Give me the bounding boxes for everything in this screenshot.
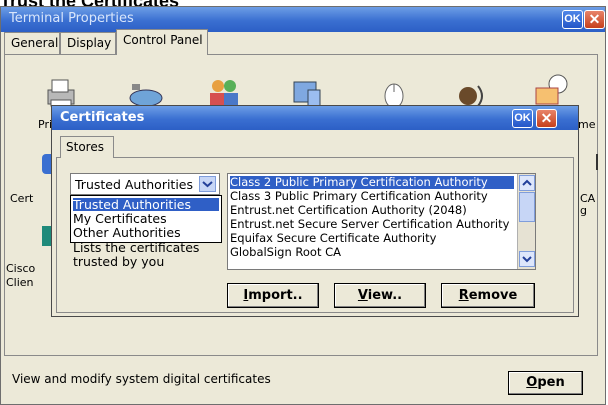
open-button-mnemonic: O (526, 375, 538, 390)
import-button-label: mport.. (248, 288, 303, 303)
control-item-label-client: Clien (6, 276, 34, 289)
open-button-label: pen (537, 375, 565, 390)
import-button[interactable]: Import.. (227, 283, 319, 308)
control-item-label-printers: Pri (38, 118, 53, 131)
window-titlebar: Terminal Properties OK ✕ (1, 7, 605, 32)
store-description-line: Lists the certificates (73, 240, 200, 255)
certificate-item[interactable]: Class 3 Public Primary Certification Aut… (230, 190, 516, 203)
scroll-down-icon[interactable] (519, 251, 535, 267)
open-button[interactable]: Open (508, 371, 583, 395)
tab-stores[interactable]: Stores (60, 136, 114, 158)
date-time-icon[interactable] (532, 72, 572, 106)
control-item-label-date-time: me (578, 118, 596, 131)
certificates-list[interactable]: Class 2 Public Primary Certification Aut… (227, 173, 536, 270)
view-button-mnemonic: V (357, 288, 368, 303)
dialog-ok-button[interactable]: OK (512, 109, 533, 128)
remove-button[interactable]: Remove (441, 283, 535, 308)
partial-item-icon (584, 154, 598, 170)
store-select[interactable]: Trusted Authorities (70, 173, 220, 195)
control-item-label-cisco: Cisco (6, 262, 36, 275)
remove-button-mnemonic: R (458, 288, 469, 303)
scroll-up-icon[interactable] (519, 175, 535, 191)
store-select-value: Trusted Authorities (75, 177, 194, 192)
store-description: Lists the certificates trusted by you (73, 241, 199, 269)
certificate-item[interactable]: Class 2 Public Primary Certification Aut… (230, 176, 514, 189)
tab-control-panel[interactable]: Control Panel (116, 29, 208, 55)
certificate-item[interactable]: Equifax Secure Certificate Authority (230, 232, 516, 245)
dialog-close-button[interactable]: ✕ (536, 109, 557, 128)
certificate-item[interactable]: GlobalSign Root CA (230, 246, 516, 259)
view-button-label: iew.. (367, 288, 403, 303)
status-text: View and modify system digital certifica… (12, 372, 271, 386)
control-item-label-certificates: Cert (10, 192, 34, 205)
window-ok-button[interactable]: OK (562, 10, 583, 29)
certificate-item[interactable]: Entrust.net Certification Authority (204… (230, 204, 516, 217)
remove-button-label: emove (468, 288, 518, 303)
dialog-title: Certificates (60, 110, 145, 125)
window-close-button[interactable]: ✕ (584, 10, 605, 29)
scroll-thumb[interactable] (519, 192, 535, 222)
store-options-list: Trusted Authorities My Certificates Othe… (70, 195, 222, 243)
store-option[interactable]: Other Authorities (73, 226, 181, 239)
dialog-titlebar: Certificates OK ✕ (52, 106, 578, 130)
certificates-dialog: Certificates OK ✕ Stores Trusted Authori… (51, 105, 579, 317)
store-option[interactable]: My Certificates (73, 212, 167, 225)
control-item-label-g: g (580, 204, 587, 217)
window-title: Terminal Properties (9, 11, 134, 26)
chevron-down-icon[interactable] (199, 176, 216, 192)
store-description-line: trusted by you (73, 254, 165, 269)
view-button[interactable]: View.. (334, 283, 426, 308)
tab-general[interactable]: General (4, 32, 60, 54)
certificate-item[interactable]: Entrust.net Secure Server Certification … (230, 218, 516, 231)
store-option[interactable]: Trusted Authorities (73, 198, 219, 211)
tab-display[interactable]: Display (60, 32, 116, 54)
certificates-scrollbar[interactable] (517, 174, 535, 269)
